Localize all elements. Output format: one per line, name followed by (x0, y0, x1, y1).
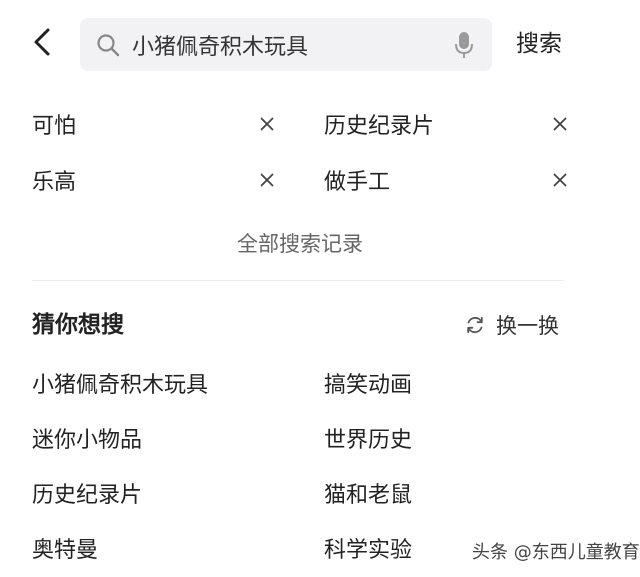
all-history-link[interactable]: 全部搜索记录 (0, 228, 600, 260)
history-item[interactable]: 历史纪录片 (324, 104, 434, 144)
suggestion-item[interactable]: 奥特曼 (32, 534, 98, 568)
watermark: 头条 @东西儿童教育 (472, 542, 640, 563)
history-item[interactable]: 乐高 (32, 160, 76, 200)
search-icon (96, 32, 122, 58)
search-input[interactable]: 小猪佩奇积木玩具 (80, 18, 492, 71)
section-title: 猜你想搜 (32, 312, 124, 338)
refresh-icon (464, 314, 486, 336)
suggestion-item[interactable]: 科学实验 (324, 534, 412, 568)
suggestion-item[interactable]: 搞笑动画 (324, 369, 412, 403)
suggestion-item[interactable]: 小猪佩奇积木玩具 (32, 369, 208, 403)
suggestion-item[interactable]: 世界历史 (324, 424, 412, 458)
close-icon[interactable] (545, 165, 575, 195)
refresh-label: 换一换 (496, 314, 559, 338)
suggestion-item[interactable]: 猫和老鼠 (324, 479, 412, 513)
history-item[interactable]: 可怕 (32, 104, 76, 144)
chevron-left-icon (33, 27, 51, 61)
suggestion-item[interactable]: 迷你小物品 (32, 424, 142, 458)
search-button[interactable]: 搜索 (516, 27, 562, 61)
back-button[interactable] (26, 24, 58, 64)
search-query-text[interactable]: 小猪佩奇积木玩具 (132, 29, 452, 61)
close-icon[interactable] (252, 165, 282, 195)
divider (32, 280, 564, 281)
close-icon[interactable] (545, 109, 575, 139)
refresh-button[interactable]: 换一换 (464, 308, 559, 342)
close-icon[interactable] (252, 109, 282, 139)
suggestion-item[interactable]: 历史纪录片 (32, 479, 142, 513)
microphone-icon[interactable] (452, 30, 476, 60)
history-item[interactable]: 做手工 (324, 160, 390, 200)
